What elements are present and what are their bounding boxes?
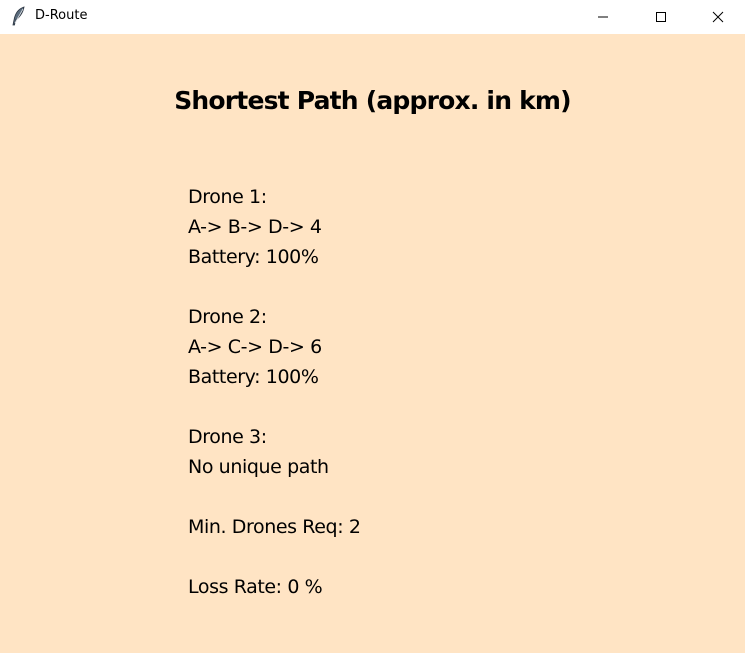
close-button[interactable] — [690, 0, 745, 34]
maximize-icon — [655, 8, 667, 27]
content-area: Shortest Path (approx. in km) Drone 1: A… — [0, 34, 745, 653]
app-window: D-Route Shortest Path (approx. in km) Dr… — [0, 0, 745, 653]
title-bar[interactable]: D-Route — [0, 0, 745, 34]
drone-1-path: A-> B-> D-> 4 — [188, 216, 322, 238]
feather-icon — [11, 6, 27, 26]
drone-2-path: A-> C-> D-> 6 — [188, 336, 322, 358]
drone-1-label: Drone 1: — [188, 186, 267, 208]
window-title: D-Route — [35, 8, 88, 23]
close-icon — [712, 8, 724, 27]
minimize-icon — [597, 8, 609, 27]
drone-3-label: Drone 3: — [188, 426, 267, 448]
loss-rate: Loss Rate: 0 % — [188, 576, 323, 598]
minimize-button[interactable] — [574, 0, 632, 34]
drone-3-path: No unique path — [188, 456, 329, 478]
drone-2-label: Drone 2: — [188, 306, 267, 328]
maximize-button[interactable] — [632, 0, 690, 34]
results-panel: Drone 1: A-> B-> D-> 4 Battery: 100% Dro… — [188, 182, 361, 602]
drone-2-battery: Battery: 100% — [188, 366, 319, 388]
page-title: Shortest Path (approx. in km) — [174, 86, 571, 115]
min-drones-required: Min. Drones Req: 2 — [188, 516, 361, 538]
drone-1-battery: Battery: 100% — [188, 246, 319, 268]
